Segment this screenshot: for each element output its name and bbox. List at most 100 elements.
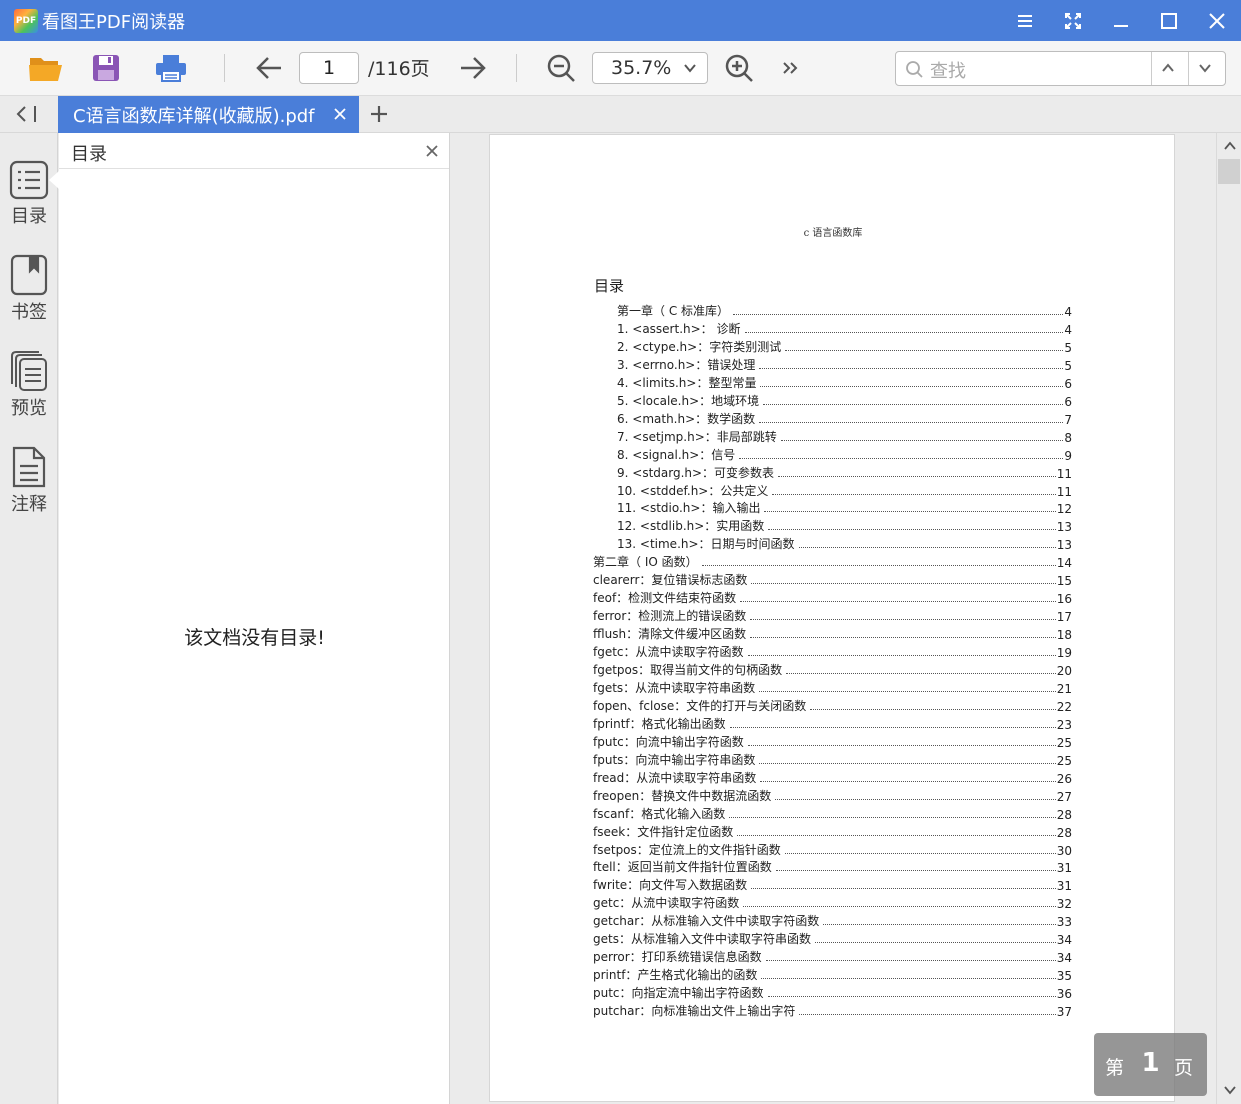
toc-leader-dots (739, 457, 1064, 459)
toc-entry[interactable]: putc：向指定流中输出字符函数 36 (593, 983, 1072, 1001)
toc-entry[interactable]: 1. <assert.h>： 诊断 4 (617, 319, 1072, 337)
document-tab[interactable]: C语言函数库详解(收藏版).pdf (58, 96, 359, 133)
toc-entry-page: 37 (1056, 1005, 1072, 1020)
close-window-button[interactable] (1193, 0, 1241, 41)
tab-bar: C语言函数库详解(收藏版).pdf (0, 96, 1241, 133)
toc-entry[interactable]: fgetpos：取得当前文件的句柄函数 20 (593, 660, 1072, 678)
collapse-sidebar-icon[interactable] (14, 104, 40, 124)
toc-entry[interactable]: 3. <errno.h>：错误处理 5 (617, 355, 1072, 373)
search-input[interactable]: 查找 (930, 57, 966, 83)
toc-entry-text: 第一章（ C 标准库） (617, 304, 730, 318)
toc-entry-text: clearerr：复位错误标志函数 (593, 573, 748, 588)
folder-icon (29, 58, 62, 81)
toc-entry-text: fflush：清除文件缓冲区函数 (593, 627, 747, 642)
sidebar-item-label: 注释 (11, 494, 47, 515)
menu-button[interactable] (1001, 0, 1049, 41)
toc-entry[interactable]: fflush：清除文件缓冲区函数 18 (593, 624, 1072, 642)
toc-entry[interactable]: 7. <setjmp.h>：非局部跳转 8 (617, 427, 1072, 445)
scrollbar-thumb[interactable] (1218, 159, 1240, 184)
page-number-input[interactable]: 1 (299, 52, 359, 84)
search-divider (1151, 52, 1152, 85)
toc-entry[interactable]: getc：从流中读取字符函数 32 (593, 893, 1072, 911)
toc-entry[interactable]: fsetpos：定位流上的文件指针函数 30 (593, 840, 1072, 858)
toc-leader-dots (823, 924, 1056, 926)
zoom-in-button[interactable] (722, 52, 756, 84)
search-prev-button[interactable] (1160, 61, 1176, 75)
toc-entry[interactable]: fwrite：向文件写入数据函数 31 (593, 875, 1072, 893)
zoom-select[interactable]: 35.7% (592, 52, 708, 84)
toc-entry[interactable]: 4. <limits.h>：整型常量 6 (617, 373, 1072, 391)
outline-empty-message: 该文档没有目录! (184, 627, 325, 649)
save-button[interactable] (88, 51, 124, 85)
toc-leader-dots (759, 762, 1056, 764)
toc-entry-text: fwrite：向文件写入数据函数 (593, 878, 748, 893)
prev-page-button[interactable] (252, 53, 286, 83)
toc-entry-page: 28 (1056, 807, 1072, 822)
toc-entry[interactable]: fseek：文件指针定位函数 28 (593, 822, 1072, 840)
toc-entry[interactable]: 13. <time.h>：日期与时间函数 13 (617, 534, 1072, 552)
toc-entry[interactable]: 8. <signal.h>：信号 9 (617, 445, 1072, 463)
fullscreen-button[interactable] (1049, 0, 1097, 41)
open-file-button[interactable] (26, 51, 66, 85)
sidebar-item-preview[interactable]: 预览 (0, 350, 58, 420)
toc-entry[interactable]: freopen：替换文件中数据流函数 27 (593, 786, 1072, 804)
add-tab-icon[interactable] (369, 104, 389, 124)
toc-entry-page: 35 (1056, 969, 1072, 984)
sidebar-item-toc[interactable]: 目录 (0, 160, 58, 228)
toc-entry-text: fopen、fclose：文件的打开与关闭函数 (593, 698, 807, 713)
toc-entry[interactable]: getchar：从标准输入文件中读取字符函数 33 (593, 911, 1072, 929)
scroll-down-icon[interactable] (1223, 1084, 1237, 1096)
toc-entry[interactable]: putchar：向标准输出文件上输出字符 37 (593, 1001, 1072, 1019)
toc-entry[interactable]: fopen、fclose：文件的打开与关闭函数 22 (593, 696, 1072, 714)
toc-entry[interactable]: 2. <ctype.h>：字符类别测试 5 (617, 337, 1072, 355)
toc-entry[interactable]: 12. <stdlib.h>：实用函数 13 (617, 516, 1072, 534)
toc-leader-dots (750, 619, 1056, 621)
scroll-up-icon[interactable] (1223, 140, 1237, 152)
toc-entry[interactable]: 10. <stddef.h>：公共定义 11 (617, 481, 1072, 499)
toc-entry[interactable]: printf：产生格式化输出的函数 35 (593, 965, 1072, 983)
toc-entry[interactable]: 第一章（ C 标准库） 4 (617, 301, 1072, 319)
toc-entry[interactable]: perror：打印系统错误信息函数 34 (593, 947, 1072, 965)
document-view[interactable]: c 语言函数库 目录 第一章（ C 标准库） 4 1. <assert.h>： 诊断… (451, 133, 1216, 1104)
toc-entry[interactable]: 5. <locale.h>：地域环境 6 (617, 391, 1072, 409)
toc-entry[interactable]: fputs：向流中输出字符串函数 25 (593, 750, 1072, 768)
toc-entry-page: 5 (1064, 358, 1072, 373)
sidebar-item-bookmarks[interactable]: 书签 (0, 254, 58, 324)
print-button[interactable] (152, 51, 190, 85)
next-page-button[interactable] (456, 53, 490, 83)
more-tools-button[interactable] (778, 55, 802, 81)
toc-entry[interactable]: fscanf：格式化输入函数 28 (593, 804, 1072, 822)
zoom-out-button[interactable] (544, 52, 578, 84)
toc-entry-page: 31 (1056, 879, 1072, 894)
toc-entry[interactable]: fgets：从流中读取字符串函数 21 (593, 678, 1072, 696)
zoom-value: 35.7% (611, 57, 672, 79)
toc-entry[interactable]: clearerr：复位错误标志函数 15 (593, 570, 1072, 588)
minimize-button[interactable] (1097, 0, 1145, 41)
toc-entry-text: fputc：向流中输出字符函数 (593, 734, 744, 749)
toc-entry[interactable]: 11. <stdio.h>：输入输出 12 (617, 498, 1072, 516)
toc-entry[interactable]: feof：检测文件结束符函数 16 (593, 588, 1072, 606)
toc-entry[interactable]: ftell：返回当前文件指针位置函数 31 (593, 857, 1072, 875)
close-panel-icon[interactable] (425, 144, 439, 158)
toc-entry-text: fread：从流中读取字符串函数 (593, 770, 757, 785)
toc-entry[interactable]: ferror：检测流上的错误函数 17 (593, 606, 1072, 624)
sidebar-item-notes[interactable]: 注释 (0, 446, 58, 516)
toc-entry[interactable]: 6. <math.h>：数学函数 7 (617, 409, 1072, 427)
toc-leader-dots (775, 798, 1056, 800)
zoom-in-icon (725, 54, 753, 82)
maximize-button[interactable] (1145, 0, 1193, 41)
toc-entry[interactable]: 9. <stdarg.h>：可变参数表 11 (617, 463, 1072, 481)
vertical-scrollbar[interactable] (1216, 133, 1241, 1104)
toc-leader-dots (737, 834, 1056, 836)
toc-leader-dots (759, 690, 1056, 692)
toc-entry[interactable]: 第二章（ IO 函数） 14 (593, 552, 1072, 570)
close-tab-icon[interactable] (333, 107, 347, 121)
toc-entry-text: gets：从标准输入文件中读取字符串函数 (593, 932, 811, 947)
toc-entry[interactable]: gets：从标准输入文件中读取字符串函数 34 (593, 929, 1072, 947)
toc-leader-dots (701, 565, 1056, 567)
toc-entry[interactable]: fprintf：格式化输出函数 23 (593, 714, 1072, 732)
toc-entry[interactable]: fputc：向流中输出字符函数 25 (593, 732, 1072, 750)
toc-entry[interactable]: fread：从流中读取字符串函数 26 (593, 768, 1072, 786)
search-next-button[interactable] (1197, 61, 1213, 75)
toc-entry[interactable]: fgetc：从流中读取字符函数 19 (593, 642, 1072, 660)
